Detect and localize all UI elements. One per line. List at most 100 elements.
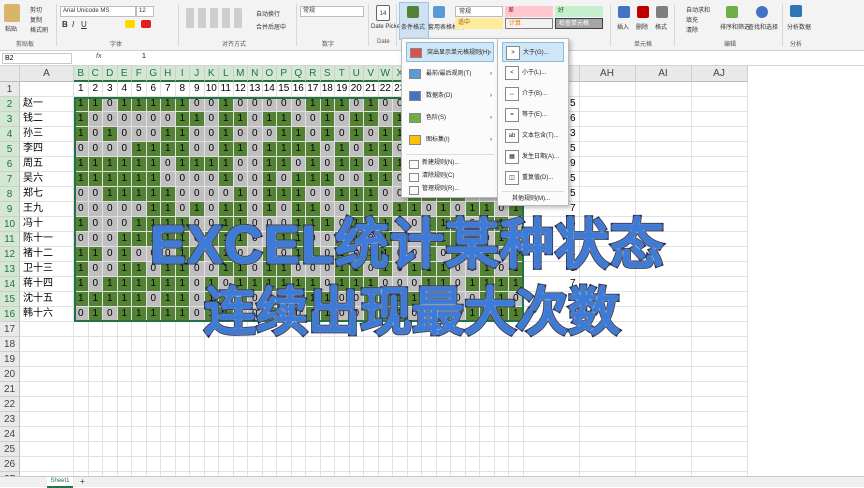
status-cell[interactable]: 0 bbox=[262, 127, 277, 142]
cell[interactable] bbox=[117, 457, 132, 472]
cell[interactable] bbox=[175, 367, 190, 382]
submenu-item[interactable]: ab 文本包含(T)... bbox=[502, 126, 564, 146]
status-cell[interactable]: 0 bbox=[248, 172, 263, 187]
status-cell[interactable]: 1 bbox=[117, 307, 132, 322]
cell[interactable] bbox=[20, 442, 74, 457]
status-cell[interactable]: 0 bbox=[248, 157, 263, 172]
insert-button[interactable]: 插入 bbox=[617, 22, 629, 31]
cell[interactable] bbox=[393, 397, 408, 412]
status-cell[interactable]: 1 bbox=[364, 112, 379, 127]
status-cell[interactable]: 1 bbox=[306, 142, 321, 157]
cell[interactable] bbox=[407, 367, 422, 382]
status-cell[interactable]: 1 bbox=[132, 217, 147, 232]
cell[interactable] bbox=[436, 397, 451, 412]
cell[interactable] bbox=[335, 367, 350, 382]
row-header[interactable]: 18 bbox=[0, 337, 20, 352]
cell[interactable] bbox=[20, 322, 74, 337]
status-cell[interactable]: 1 bbox=[233, 142, 248, 157]
cell[interactable] bbox=[480, 442, 495, 457]
status-cell[interactable]: 1 bbox=[175, 157, 190, 172]
cell[interactable] bbox=[161, 442, 176, 457]
cell[interactable] bbox=[480, 397, 495, 412]
row-header[interactable]: 6 bbox=[0, 157, 20, 172]
status-cell[interactable]: 1 bbox=[88, 292, 103, 307]
column-header[interactable]: I bbox=[175, 66, 190, 82]
style-good[interactable]: 好 bbox=[555, 6, 603, 17]
cell[interactable] bbox=[175, 412, 190, 427]
cell[interactable] bbox=[146, 382, 161, 397]
cell[interactable] bbox=[248, 442, 263, 457]
cell[interactable] bbox=[161, 457, 176, 472]
cell[interactable] bbox=[465, 427, 480, 442]
cell[interactable] bbox=[132, 322, 147, 337]
cell[interactable] bbox=[451, 367, 466, 382]
cell[interactable] bbox=[117, 412, 132, 427]
name-cell[interactable]: 王九 bbox=[20, 202, 74, 217]
cell[interactable] bbox=[146, 352, 161, 367]
cell[interactable] bbox=[175, 322, 190, 337]
number-format-select[interactable]: 常规 bbox=[300, 6, 364, 17]
cell[interactable] bbox=[88, 442, 103, 457]
cell[interactable] bbox=[364, 412, 379, 427]
column-header[interactable]: E bbox=[117, 66, 132, 82]
cell[interactable] bbox=[465, 457, 480, 472]
cell[interactable] bbox=[523, 382, 580, 397]
cell[interactable] bbox=[204, 397, 219, 412]
cell[interactable] bbox=[132, 367, 147, 382]
cell[interactable] bbox=[579, 382, 636, 397]
cell[interactable] bbox=[494, 457, 509, 472]
column-header[interactable]: N bbox=[248, 66, 263, 82]
status-cell[interactable]: 1 bbox=[103, 187, 118, 202]
status-cell[interactable]: 1 bbox=[277, 142, 292, 157]
cell[interactable] bbox=[161, 337, 176, 352]
cell[interactable] bbox=[291, 367, 306, 382]
cell[interactable] bbox=[190, 397, 205, 412]
cell[interactable] bbox=[480, 427, 495, 442]
cell[interactable] bbox=[364, 382, 379, 397]
cell[interactable] bbox=[494, 382, 509, 397]
cut-button[interactable]: 剪切 bbox=[30, 5, 42, 14]
cell[interactable] bbox=[74, 397, 89, 412]
name-cell[interactable]: 沈十五 bbox=[20, 292, 74, 307]
cell[interactable] bbox=[349, 442, 364, 457]
status-cell[interactable]: 1 bbox=[306, 97, 321, 112]
status-cell[interactable]: 0 bbox=[204, 172, 219, 187]
cell[interactable] bbox=[277, 412, 292, 427]
cell[interactable] bbox=[635, 82, 692, 97]
cell[interactable] bbox=[161, 352, 176, 367]
row-header[interactable]: 17 bbox=[0, 322, 20, 337]
name-cell[interactable]: 韩十六 bbox=[20, 307, 74, 322]
status-cell[interactable]: 1 bbox=[117, 232, 132, 247]
status-cell[interactable]: 0 bbox=[88, 232, 103, 247]
cell[interactable] bbox=[523, 442, 580, 457]
cell[interactable] bbox=[306, 427, 321, 442]
cf-menu-item[interactable]: 数据条(D) › bbox=[406, 86, 494, 106]
align-icon[interactable] bbox=[186, 8, 242, 28]
column-header[interactable]: K bbox=[204, 66, 219, 82]
status-cell[interactable]: 1 bbox=[161, 307, 176, 322]
status-cell[interactable]: 0 bbox=[190, 172, 205, 187]
column-header[interactable]: G bbox=[146, 66, 161, 82]
cell[interactable] bbox=[132, 337, 147, 352]
cell[interactable] bbox=[407, 412, 422, 427]
cell[interactable] bbox=[335, 412, 350, 427]
status-cell[interactable]: 1 bbox=[103, 277, 118, 292]
font-color-icon[interactable] bbox=[141, 20, 151, 28]
cell[interactable] bbox=[175, 397, 190, 412]
status-cell[interactable]: 0 bbox=[103, 97, 118, 112]
cell[interactable] bbox=[190, 352, 205, 367]
row-header[interactable]: 4 bbox=[0, 127, 20, 142]
status-cell[interactable]: 1 bbox=[117, 292, 132, 307]
cell[interactable] bbox=[691, 97, 748, 112]
cell[interactable] bbox=[422, 457, 437, 472]
status-cell[interactable]: 1 bbox=[175, 127, 190, 142]
cell[interactable] bbox=[451, 352, 466, 367]
status-cell[interactable]: 1 bbox=[219, 127, 234, 142]
status-cell[interactable]: 0 bbox=[190, 97, 205, 112]
cell[interactable] bbox=[248, 427, 263, 442]
row-header[interactable]: 26 bbox=[0, 457, 20, 472]
cell[interactable] bbox=[248, 382, 263, 397]
cell[interactable] bbox=[248, 412, 263, 427]
cell[interactable] bbox=[691, 292, 748, 307]
cell[interactable] bbox=[465, 367, 480, 382]
